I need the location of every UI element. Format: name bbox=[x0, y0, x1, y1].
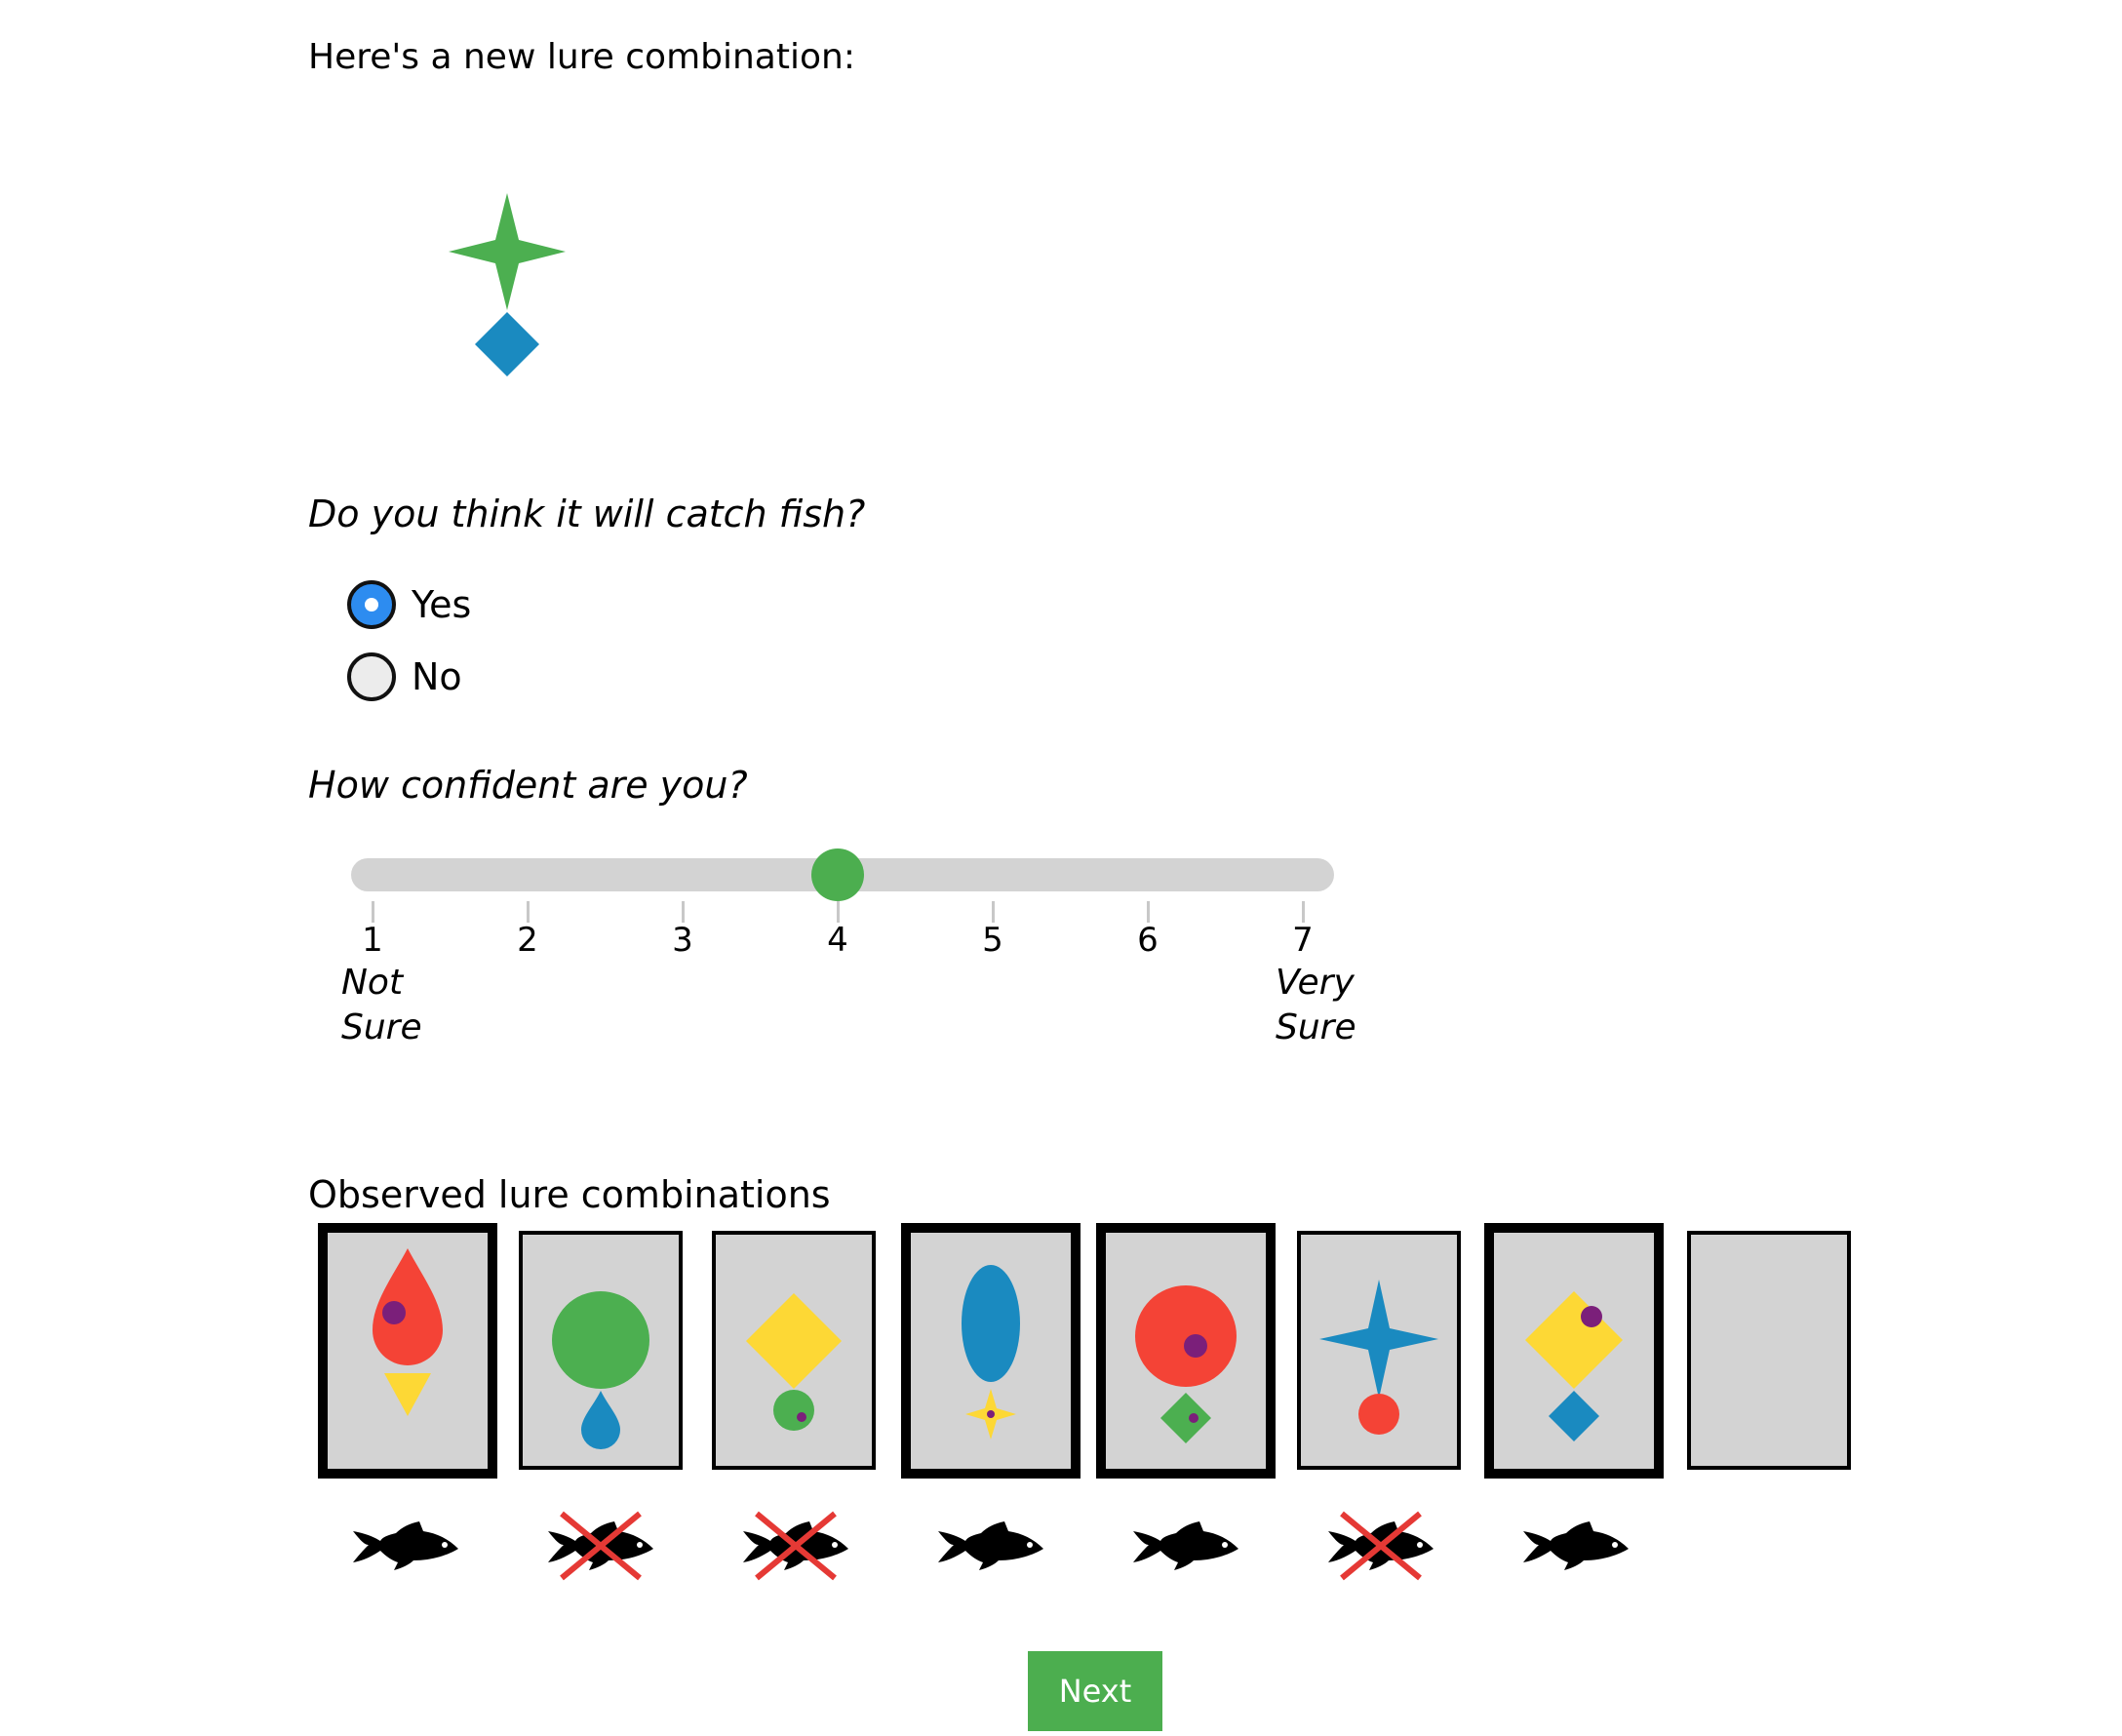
answer-no-option[interactable]: No bbox=[347, 648, 462, 706]
lure-image bbox=[373, 1248, 443, 1416]
confidence-slider[interactable] bbox=[351, 848, 1334, 901]
observed-lure-card bbox=[712, 1231, 876, 1470]
answer-yes-option[interactable]: Yes bbox=[347, 575, 471, 634]
tick-label-5: 5 bbox=[982, 921, 1003, 960]
tick-mark bbox=[372, 901, 374, 923]
lure-image bbox=[962, 1265, 1020, 1440]
question-confidence: How confident are you? bbox=[308, 764, 748, 807]
radio-no[interactable] bbox=[347, 652, 396, 701]
low-label-line-2: Sure bbox=[341, 1007, 422, 1047]
question-catch-fish: Do you think it will catch fish? bbox=[308, 493, 866, 535]
intro-text: Here's a new lure combination: bbox=[308, 37, 855, 77]
observed-lure-card-empty bbox=[1687, 1231, 1851, 1470]
low-label-line-1: Not bbox=[341, 963, 404, 1003]
slider-thumb[interactable] bbox=[811, 848, 864, 901]
observed-lure-card bbox=[1484, 1223, 1664, 1479]
high-label-line-2: Sure bbox=[1276, 1007, 1356, 1047]
fish-icon bbox=[347, 1506, 464, 1584]
lure-image bbox=[552, 1291, 649, 1449]
answer-yes-label: Yes bbox=[412, 583, 472, 626]
tick-mark bbox=[837, 901, 840, 923]
answer-no-label: No bbox=[412, 655, 462, 698]
diamond-shape bbox=[475, 312, 539, 376]
low-confidence-label: Not Sure bbox=[341, 961, 422, 1050]
fish-icon bbox=[1517, 1506, 1634, 1584]
tick-label-4: 4 bbox=[827, 921, 848, 960]
fish-icon bbox=[932, 1506, 1049, 1584]
lure-image bbox=[1135, 1285, 1237, 1443]
observed-lure-card bbox=[519, 1231, 683, 1470]
tick-mark bbox=[992, 901, 995, 923]
lure-image bbox=[1319, 1280, 1438, 1435]
next-button[interactable]: Next bbox=[1028, 1651, 1162, 1731]
observed-lure-card bbox=[1297, 1231, 1461, 1470]
tick-mark bbox=[1302, 901, 1305, 923]
tick-label-1: 1 bbox=[362, 921, 383, 960]
high-label-line-1: Very bbox=[1276, 963, 1355, 1003]
lure-image bbox=[746, 1293, 842, 1431]
high-confidence-label: Very Sure bbox=[1276, 961, 1356, 1050]
radio-yes[interactable] bbox=[347, 580, 396, 629]
tick-label-3: 3 bbox=[672, 921, 693, 960]
fish-crossed-icon bbox=[542, 1506, 659, 1584]
fish-icon bbox=[1127, 1506, 1244, 1584]
fish-crossed-icon bbox=[1322, 1506, 1439, 1584]
observed-title: Observed lure combinations bbox=[308, 1173, 831, 1216]
tick-label-6: 6 bbox=[1137, 921, 1159, 960]
new-lure-combination bbox=[410, 176, 605, 429]
new-lure-image bbox=[449, 193, 566, 376]
fish-crossed-icon bbox=[737, 1506, 854, 1584]
observed-lure-card bbox=[901, 1223, 1081, 1479]
observed-lure-card bbox=[1096, 1223, 1276, 1479]
lure-image bbox=[1525, 1291, 1623, 1441]
tick-mark bbox=[1147, 901, 1150, 923]
tick-label-7: 7 bbox=[1292, 921, 1314, 960]
observed-lure-card bbox=[318, 1223, 497, 1479]
tick-mark bbox=[527, 901, 530, 923]
tick-mark bbox=[682, 901, 685, 923]
star-shape bbox=[449, 193, 566, 310]
tick-label-2: 2 bbox=[517, 921, 538, 960]
